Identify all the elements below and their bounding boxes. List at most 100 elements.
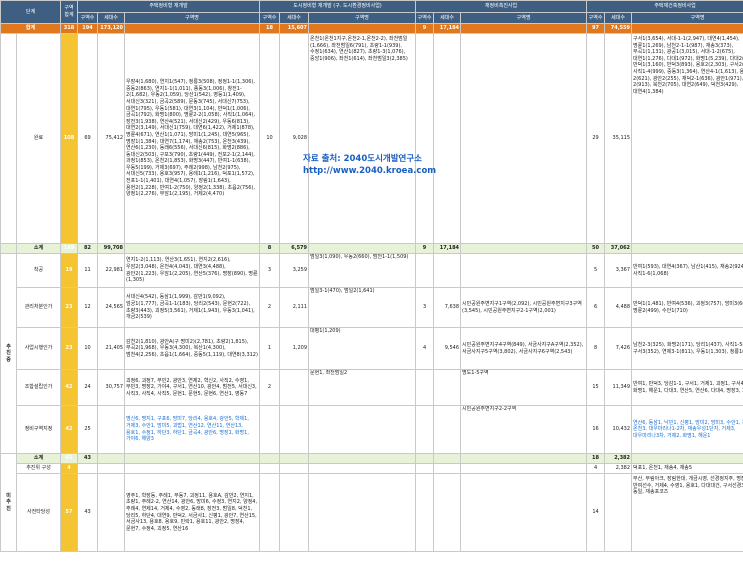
subtotal-row: 미 추 진 소계 61 43 18 2,382 — [0, 453, 743, 552]
g1-zone-list: 명신6, 명지1, 구포6, 망미7, 당리4, 용호4, 광안5, 학제1, … — [124, 405, 261, 454]
g3-households — [433, 369, 462, 406]
row-label: 소계 — [15, 453, 62, 464]
row-total: 108 — [60, 33, 79, 244]
g2-count: 1 — [259, 327, 281, 370]
row-total: 42 — [60, 405, 79, 454]
row-stage — [0, 243, 17, 254]
table-row: 완료 108 69 75,412 우장4(1,680), 연지1(547), 정… — [0, 33, 743, 244]
header-zone-name: 구역명 — [308, 12, 417, 24]
g2-households: 6,579 — [279, 243, 310, 254]
g1-count: 43 — [77, 473, 99, 552]
g4-households: 7,426 — [604, 327, 633, 370]
total-row: 합계 318 194 173,120 18 15,607 9 17,184 97… — [0, 23, 743, 34]
g3-households — [433, 405, 462, 454]
g3-zone-list — [460, 473, 588, 552]
g1-households — [97, 453, 126, 464]
g2-count: 8 — [259, 243, 281, 254]
table-row: 사업시행인가 23 10 21,405 감천2(1,810), 광안A(구 명미… — [1, 327, 743, 370]
redevelopment-table: 단계 구역 합계 주택정비형 재개발 도시정비형 재개발 (구. 도시환경정비사… — [0, 0, 743, 552]
g2-zone-list: 대평1(1,209) — [308, 327, 417, 370]
g3-households — [433, 33, 462, 244]
row-total: 23 — [60, 327, 79, 370]
row-total: 61 — [60, 453, 79, 464]
g4-households: 11,349 — [604, 369, 633, 406]
g1-zone-list: 우장4(1,680), 연지1(547), 정릉3(508), 정정1-1(1,… — [124, 33, 261, 244]
g1-households: 22,981 — [97, 253, 126, 288]
table-row: 조합설립인가 42 24 30,757 괴정6, 괴정7, 부민2, 광안3, … — [1, 369, 743, 406]
header-households: 세대수 — [433, 12, 462, 24]
header-count: 구역수 — [586, 12, 606, 24]
table-row: 정비구역지정 42 25 명신6, 명지1, 구포6, 망미7, 당리4, 용호… — [1, 405, 743, 454]
g4-count: 4 — [586, 463, 606, 474]
header-zone-name: 구역명 — [631, 12, 743, 24]
source-credit: 자료 출처: 2040도시개발연구소 — [303, 154, 422, 164]
header-group-1: 주택정비형 재개발 — [77, 0, 261, 13]
g3-count — [415, 253, 435, 288]
g1-count: 10 — [77, 327, 99, 370]
total-label: 합계 — [0, 23, 62, 34]
g4-count: 18 — [586, 453, 606, 464]
g2-zone-list: 범일3(1,090), 우동2(660), 범천1-1(1,509) — [308, 253, 417, 288]
g2-zone-list: 온천1(온천1지구,온천2-1,온천2-2), 좌천범일(1,666), 좌천범… — [308, 33, 417, 244]
g3-count — [415, 453, 435, 464]
g3-count — [415, 405, 435, 454]
g4-zone-list: 반여1(593), 대연4(367), 남산1(415), 재송2(924), … — [631, 253, 743, 288]
g4-count: 50 — [586, 243, 606, 254]
g3-households — [433, 463, 462, 474]
total-sum: 318 — [60, 23, 79, 34]
g1-households: 75,412 — [97, 33, 126, 244]
row-label: 조합설립인가 — [15, 369, 62, 406]
header-households: 세대수 — [604, 12, 633, 24]
table-row: 추진위 구성 4 4 2,382 덕포1, 온천1, 재송4, 재송5 — [1, 463, 743, 474]
g4-households: 10,432 — [604, 405, 633, 454]
g2-zone-list — [308, 463, 417, 474]
row-total: 4 — [60, 463, 79, 474]
g1-count: 43 — [77, 453, 99, 464]
g2-households — [279, 405, 310, 454]
g3-count — [415, 463, 435, 474]
g4-zone-list: 부산, 부림아크, 장림한대, 개금시영, 선경정지주, 명장, 반여선수, 거… — [631, 473, 743, 552]
g1-zone-list: 괴정6, 괴정7, 부민2, 광안3, 연제2, 혁신2, 사직2, 수영1, … — [124, 369, 261, 406]
g2-households — [279, 369, 310, 406]
g4-zone-list: 반여1, 만덕3, 당감1-1, 구서1, 거제1, 괴정1, 구서4, 명주1… — [631, 369, 743, 406]
source-link[interactable]: http://www.2040.kroea.com — [303, 165, 436, 177]
header-group-4: 주택재건축정비사업 — [586, 0, 743, 13]
g2-count: 3 — [259, 253, 281, 288]
g3-zone-list — [460, 253, 588, 288]
g4-zone-list: 만덕1(1,481), 반여4(536), 괴정3(757), 망미3(605)… — [631, 287, 743, 328]
row-total: 19 — [60, 253, 79, 288]
row-total: 23 — [60, 287, 79, 328]
g3-zone-list: 명도1-5구역 — [460, 369, 588, 406]
g4-count: 6 — [586, 287, 606, 328]
row-label: 완료 — [15, 33, 62, 244]
total-g3-households: 17,184 — [433, 23, 462, 34]
g3-households: 17,184 — [433, 243, 462, 254]
header-count: 구역수 — [415, 12, 435, 24]
g4-households: 4,488 — [604, 287, 633, 328]
g2-households — [279, 473, 310, 552]
g4-count: 5 — [586, 253, 606, 288]
g1-zone-list — [124, 463, 261, 474]
g1-zone-list: 영주1, 학장동, 주례1, 부동7, 괴정11, 용호A, 감만2, 연지1,… — [124, 473, 261, 552]
row-label: 사업시행인가 — [15, 327, 62, 370]
g1-count: 25 — [77, 405, 99, 454]
g1-households — [97, 405, 126, 454]
g1-count: 12 — [77, 287, 99, 328]
g1-households — [97, 473, 126, 552]
g2-households — [279, 463, 310, 474]
g4-households: 35,115 — [604, 33, 633, 244]
header-count: 구역수 — [259, 12, 281, 24]
g1-zone-list: 연지1-2(1,113), 연산3(1,651), 연지2(2,616), 우암… — [124, 253, 261, 288]
row-total: 57 — [60, 473, 79, 552]
g4-count: 14 — [586, 473, 606, 552]
g2-households: 3,259 — [279, 253, 310, 288]
row-total: 42 — [60, 369, 79, 406]
g1-households: 99,708 — [97, 243, 126, 254]
row-stage-pending: 미 추 진 — [0, 453, 17, 552]
g2-households: 1,209 — [279, 327, 310, 370]
total-g2-count: 18 — [259, 23, 281, 34]
g4-zone-list: 남천2-3(325), 화명2(171), 당리1(437), 사직1-5(54… — [631, 327, 743, 370]
g2-zone-list — [308, 473, 417, 552]
g2-zone-list: 범일3-1(470), 범일2(1,641) — [308, 287, 417, 328]
g2-count — [259, 453, 281, 464]
